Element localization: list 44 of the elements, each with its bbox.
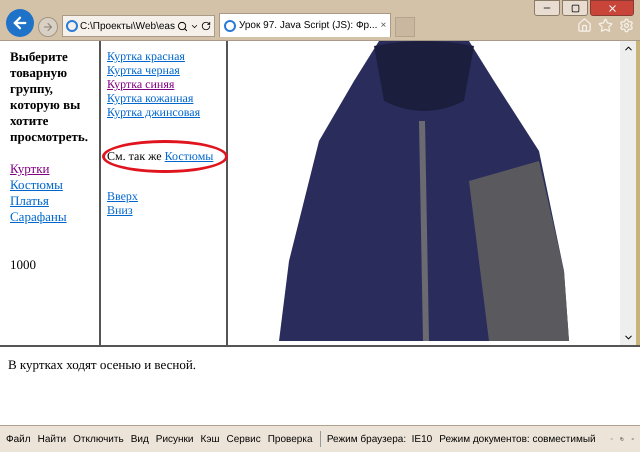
toolbar-menu-item[interactable]: Кэш	[200, 432, 220, 446]
counter-text: 1000	[10, 257, 37, 273]
link[interactable]: Костюмы	[10, 177, 63, 192]
instruction-text: Выберите товарную группу, которую вы хотите просмотреть.	[10, 49, 89, 145]
close-icon	[606, 2, 618, 14]
scrollbar[interactable]	[620, 41, 636, 345]
link[interactable]: Вверх	[107, 189, 138, 203]
back-button[interactable]	[6, 9, 34, 37]
tab-close[interactable]: ×	[380, 18, 386, 33]
link[interactable]: Куртка черная	[107, 63, 180, 77]
browser-mode-menu[interactable]: Режим браузера: IE10	[326, 432, 432, 446]
toolbar-menu-item[interactable]: Отключить	[73, 432, 124, 446]
description-text: В куртках ходят осенью и весной.	[8, 356, 198, 374]
link[interactable]: Куртки	[10, 161, 50, 176]
link[interactable]: Куртка синяя	[107, 77, 174, 91]
link[interactable]: Куртка кожанная	[107, 91, 194, 105]
address-text: C:\Проекты\Web\eas	[80, 20, 175, 34]
link[interactable]: Платья	[10, 193, 49, 208]
tab-title: Урок 97. Java Script (JS): Фр...	[238, 19, 378, 33]
link[interactable]: Вниз	[107, 203, 133, 217]
maximize-button[interactable]	[562, 0, 588, 16]
toolbar-menu-item[interactable]: Сервис	[226, 432, 261, 446]
link[interactable]: Сарафаны	[10, 209, 67, 224]
search-icon	[176, 20, 188, 32]
see-also-text: См. так же	[107, 149, 162, 163]
settings-icon[interactable]	[619, 18, 634, 33]
toolbar-menu-item[interactable]: Найти	[38, 432, 66, 446]
close-button[interactable]	[590, 0, 634, 16]
address-field[interactable]: C:\Проекты\Web\eas	[62, 15, 215, 37]
toolbar-menu-item[interactable]: Рисунки	[156, 432, 194, 446]
toolbar-menu-item[interactable]: Файл	[6, 432, 31, 446]
forward-button[interactable]	[38, 17, 58, 37]
toolbar-menu-item[interactable]: Проверка	[268, 432, 313, 446]
browser-tab[interactable]: Урок 97. Java Script (JS): Фр... ×	[218, 13, 392, 37]
star-icon[interactable]	[598, 18, 613, 33]
link[interactable]: Костюмы	[164, 149, 214, 163]
link[interactable]: Куртка красная	[107, 49, 185, 63]
document-mode-menu[interactable]: Режим документов: совместимый	[439, 432, 596, 446]
new-tab-button[interactable]	[395, 17, 416, 37]
refresh-icon	[200, 21, 211, 31]
forward-arrow-icon	[42, 21, 54, 33]
maximize-icon	[570, 4, 580, 12]
link[interactable]: Куртка джинсовая	[107, 105, 200, 119]
toolbar-menu-item[interactable]: Вид	[130, 432, 149, 446]
